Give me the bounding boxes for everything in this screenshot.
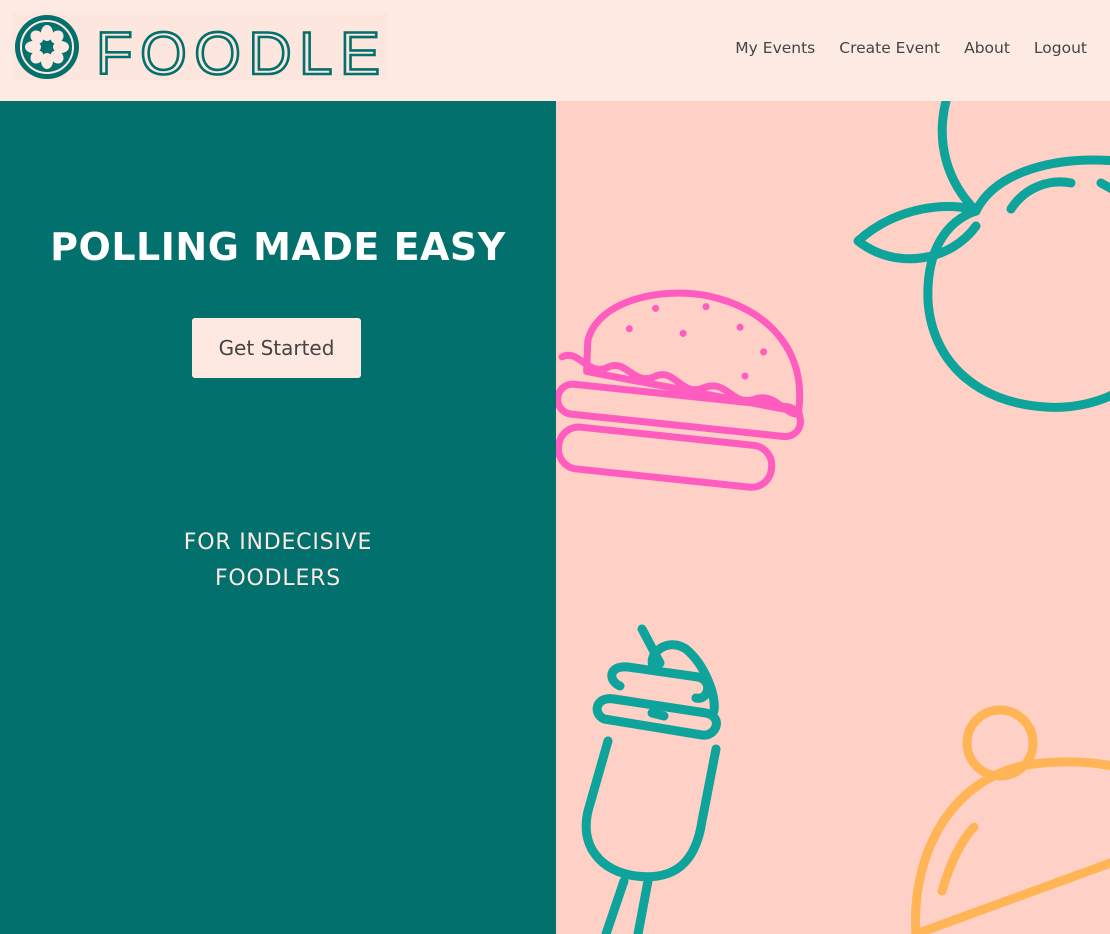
lemon-slice-icon: [15, 15, 79, 79]
food-illustrations: [556, 101, 1110, 934]
nav-my-events[interactable]: My Events: [735, 38, 815, 58]
milkshake-icon: [581, 624, 721, 934]
foodle-logo[interactable]: FOODLE: [12, 12, 388, 80]
nav-links: My Events Create Event About Logout: [711, 38, 1087, 58]
foodle-wordmark: FOODLE: [96, 20, 381, 80]
navbar: FOODLE My Events Create Event About Logo…: [0, 0, 1110, 101]
tagline-line-2: FOODLERS: [214, 566, 342, 591]
nav-logout[interactable]: Logout: [1034, 38, 1087, 58]
hero-headline: POLLING MADE EASY: [50, 225, 506, 269]
cloche-icon: [911, 705, 1110, 934]
burger-icon: [556, 289, 804, 491]
illustration-panel: [556, 101, 1110, 934]
hero-tagline: FOR INDECISIVE FOODLERS: [0, 525, 556, 597]
brand-name: FOODLE: [96, 20, 380, 80]
peach-icon: [853, 101, 1110, 412]
nav-about[interactable]: About: [964, 38, 1010, 58]
get-started-button[interactable]: Get Started: [192, 318, 361, 378]
nav-create-event[interactable]: Create Event: [839, 38, 940, 58]
hero-panel: POLLING MADE EASY Get Started FOR INDECI…: [0, 101, 556, 934]
tagline-line-1: FOR INDECISIVE: [183, 530, 373, 555]
